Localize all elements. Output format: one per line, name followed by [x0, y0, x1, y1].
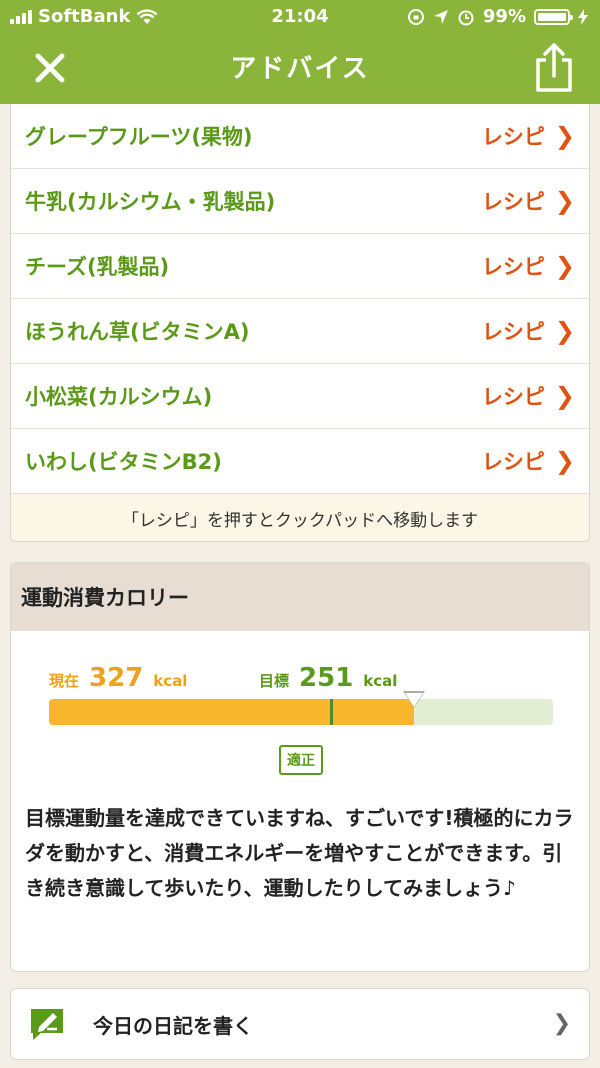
recipe-link[interactable]: レシピ ❯ — [482, 121, 575, 151]
recipe-row[interactable]: チーズ(乳製品) レシピ ❯ — [11, 234, 589, 299]
recipe-row[interactable]: ほうれん草(ビタミンA) レシピ ❯ — [11, 299, 589, 364]
food-name: ほうれん草(ビタミンA) — [25, 320, 250, 344]
recipe-link[interactable]: レシピ ❯ — [482, 381, 575, 411]
battery-percent: 99% — [482, 6, 526, 27]
calorie-labels: 現在 327 kcal 目標 251 kcal — [11, 631, 589, 701]
recipe-list-card: グレープフルーツ(果物) レシピ ❯ 牛乳(カルシウム・乳製品) レシピ ❯ チーズ… — [10, 104, 590, 542]
recipe-link[interactable]: レシピ ❯ — [482, 251, 575, 281]
current-calorie: 現在 327 kcal — [49, 663, 187, 693]
target-line — [330, 699, 333, 725]
target-label: 目標 — [259, 672, 290, 690]
current-unit: kcal — [153, 672, 188, 690]
page-title: アドバイス — [230, 54, 370, 84]
share-button[interactable] — [526, 42, 582, 94]
pencil-note-icon — [31, 1009, 63, 1040]
charging-icon — [578, 8, 588, 25]
nav-bar: アドバイス — [0, 34, 600, 104]
recipe-link[interactable]: レシピ ❯ — [482, 446, 575, 476]
recipe-link-label: レシピ — [481, 320, 545, 344]
exercise-card-title: 運動消費カロリー — [11, 563, 589, 631]
recipe-row[interactable]: グレープフルーツ(果物) レシピ ❯ — [11, 104, 589, 169]
recipe-link[interactable]: レシピ ❯ — [482, 186, 575, 216]
food-name: チーズ(乳製品) — [25, 255, 170, 279]
recipe-link-label: レシピ — [481, 190, 545, 214]
recipe-note: 「レシピ」を押すとクックパッドへ移動します — [11, 494, 589, 541]
status-bar: SoftBank 21:04 99% — [0, 0, 600, 34]
recipe-link[interactable]: レシピ ❯ — [482, 316, 575, 346]
food-name: いわし(ビタミンB2) — [25, 450, 222, 474]
current-marker-icon — [405, 693, 423, 707]
battery-icon — [534, 8, 573, 25]
chevron-right-icon: ❯ — [554, 447, 575, 475]
advice-message: 目標運動量を達成できていますね、すごいです!積極的にカラダを動かすと、消費エネル… — [25, 806, 574, 900]
food-name: グレープフルーツ(果物) — [25, 125, 253, 149]
top-bar: SoftBank 21:04 99% アドバイス — [0, 0, 600, 104]
food-name: 牛乳(カルシウム・乳製品) — [25, 190, 276, 214]
recipe-row[interactable]: 小松菜(カルシウム) レシピ ❯ — [11, 364, 589, 429]
recipe-row[interactable]: いわし(ビタミンB2) レシピ ❯ — [11, 429, 589, 494]
status-badge: 適正 — [279, 745, 323, 775]
alarm-icon — [458, 10, 474, 25]
chevron-right-icon: ❯ — [554, 382, 575, 410]
location-icon — [433, 9, 448, 24]
recipe-link-label: レシピ — [481, 450, 545, 474]
recipe-row[interactable]: 牛乳(カルシウム・乳製品) レシピ ❯ — [11, 169, 589, 234]
recipe-link-label: レシピ — [481, 385, 545, 409]
chevron-right-icon: ❯ — [554, 187, 575, 215]
chevron-right-icon: ❯ — [554, 317, 575, 345]
recipe-link-label: レシピ — [481, 125, 545, 149]
food-name: 小松菜(カルシウム) — [25, 385, 213, 409]
exercise-calorie-card: 運動消費カロリー 現在 327 kcal 目標 251 kcal 適正 目標運動… — [10, 562, 590, 972]
target-calorie: 目標 251 kcal — [259, 663, 397, 693]
chevron-right-icon: ❯ — [554, 252, 575, 280]
diary-label: 今日の日記を書く — [93, 1013, 253, 1038]
write-diary-button[interactable]: 今日の日記を書く ❯ — [10, 988, 590, 1060]
current-value: 327 — [89, 663, 144, 693]
status-right: 99% — [407, 6, 588, 27]
calorie-progress-bar — [49, 691, 553, 725]
recipe-link-label: レシピ — [481, 255, 545, 279]
share-icon — [536, 43, 572, 92]
chevron-right-icon: ❯ — [554, 122, 575, 150]
chevron-right-icon: ❯ — [552, 1011, 571, 1036]
current-label: 現在 — [49, 672, 80, 690]
target-value: 251 — [299, 663, 354, 693]
target-unit: kcal — [363, 672, 398, 690]
orientation-lock-icon — [407, 8, 424, 25]
progress-fill — [49, 699, 414, 725]
